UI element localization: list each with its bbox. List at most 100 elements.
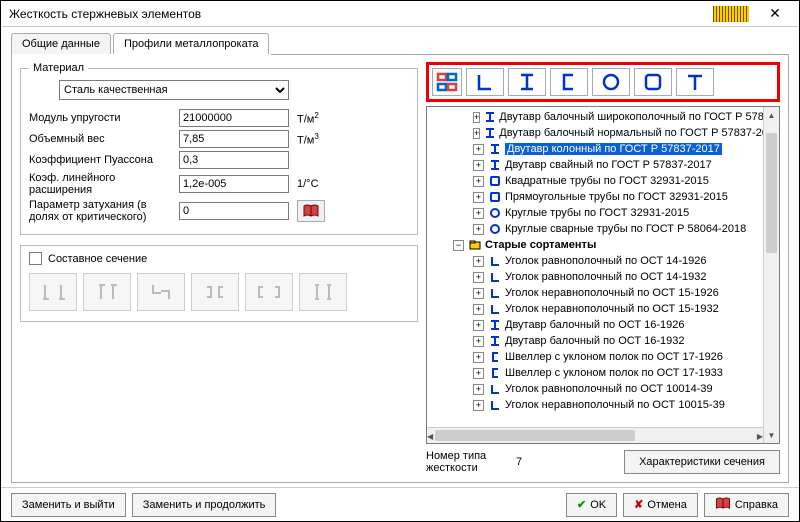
tab-panel: Материал Сталь качественная Модуль упруг…	[11, 54, 789, 483]
shape-circle-button[interactable]	[592, 68, 630, 96]
linexp-input[interactable]	[179, 175, 289, 193]
density-input[interactable]	[179, 130, 289, 148]
compose-btn-2[interactable]	[83, 273, 131, 311]
tabs: Общие данные Профили металлопроката	[11, 33, 789, 54]
tree-item[interactable]: +Двутавр свайный по ГОСТ Р 57837-2017	[427, 157, 763, 173]
tab-divider	[271, 33, 789, 55]
tree-item[interactable]: +Двутавр балочный нормальный по ГОСТ Р 5…	[427, 125, 763, 141]
tree-expand-icon[interactable]: +	[473, 256, 484, 267]
scroll-thumb-h[interactable]	[435, 430, 635, 441]
shape-channel-button[interactable]	[550, 68, 588, 96]
i-beam-icon	[484, 127, 496, 139]
shape-ibeam-button[interactable]	[508, 68, 546, 96]
material-select[interactable]: Сталь качественная	[59, 80, 289, 100]
tree-expand-icon[interactable]: +	[473, 224, 484, 235]
tree-item-label: Старые сортаменты	[485, 239, 596, 251]
tree-item[interactable]: − Старые сортаменты	[427, 237, 763, 253]
tree-item-label: Двутавр балочный широкополочный по ГОСТ …	[499, 111, 763, 123]
tree-item[interactable]: + Двутавр балочный по ОСТ 16-1932	[427, 333, 763, 349]
tree-item[interactable]: +Швеллер с уклоном полок по ОСТ 17-1933	[427, 365, 763, 381]
folder-icon	[468, 239, 482, 251]
tree-expand-icon[interactable]: +	[473, 352, 484, 363]
tree-expand-icon[interactable]: +	[473, 384, 484, 395]
tree-item[interactable]: +Уголок неравнополочный по ОСТ 10015-39	[427, 397, 763, 413]
scroll-up-icon[interactable]: ▲	[764, 107, 779, 123]
tree-scrollbar-vertical[interactable]: ▲ ▼	[763, 107, 779, 443]
shape-filter-row	[426, 62, 780, 102]
tree-item[interactable]: + Уголок равнополочный по ОСТ 10014-39	[427, 381, 763, 397]
section-props-button[interactable]: Характеристики сечения	[624, 450, 780, 474]
scroll-thumb-v[interactable]	[766, 133, 777, 253]
profile-tree[interactable]: + Двутавр балочный широкополочный по ГОСТ…	[426, 106, 780, 444]
compose-btn-3[interactable]	[137, 273, 185, 311]
linexp-label: Коэф. линейного расширения	[29, 172, 179, 196]
shape-all-icon[interactable]	[432, 68, 462, 96]
tree-expand-icon[interactable]: +	[473, 304, 484, 315]
tree-item[interactable]: + Прямоугольные трубы по ГОСТ 32931-2015	[427, 189, 763, 205]
shape-angle-button[interactable]	[466, 68, 504, 96]
help-button[interactable]: Справка	[704, 493, 789, 517]
window-title: Жесткость стержневых элементов	[5, 7, 713, 21]
scroll-down-icon[interactable]: ▼	[764, 427, 779, 443]
tree-expand-icon[interactable]: −	[453, 240, 464, 251]
tree-expand-icon[interactable]: +	[473, 368, 484, 379]
tree-expand-icon[interactable]: +	[473, 288, 484, 299]
tree-item[interactable]: +Уголок равнополочный по ОСТ 14-1926	[427, 253, 763, 269]
tree-expand-icon[interactable]: +	[473, 176, 484, 187]
circle-icon	[488, 223, 502, 235]
tree-expand-icon[interactable]: +	[473, 160, 484, 171]
composite-checkbox[interactable]	[29, 252, 42, 265]
tree-item[interactable]: +Швеллер с уклоном полок по ОСТ 17-1926	[427, 349, 763, 365]
modulus-input[interactable]	[179, 109, 289, 127]
tree-item[interactable]: +Уголок неравнополочный по ОСТ 15-1926	[427, 285, 763, 301]
tree-item[interactable]: +Квадратные трубы по ГОСТ 32931-2015	[427, 173, 763, 189]
tree-item[interactable]: + Круглые сварные трубы по ГОСТ Р 58064-2…	[427, 221, 763, 237]
tree-item[interactable]: +Уголок равнополочный по ОСТ 14-1932	[427, 269, 763, 285]
replace-exit-button[interactable]: Заменить и выйти	[11, 493, 126, 517]
tree-item[interactable]: + Двутавр балочный широкополочный по ГОСТ…	[427, 109, 763, 125]
density-label: Объемный вес	[29, 133, 179, 145]
compose-btn-1[interactable]	[29, 273, 77, 311]
shape-box-button[interactable]	[634, 68, 672, 96]
titlebar: Жесткость стержневых элементов ✕	[1, 1, 799, 27]
tree-item[interactable]: +Круглые трубы по ГОСТ 32931-2015	[427, 205, 763, 221]
i-beam-icon	[484, 111, 496, 123]
channel-icon	[488, 367, 502, 379]
tree-expand-icon[interactable]: +	[473, 208, 484, 219]
tab-profiles[interactable]: Профили металлопроката	[113, 33, 270, 54]
title-logo-icon	[713, 6, 749, 22]
damp-input[interactable]	[179, 202, 289, 220]
tree-expand-icon[interactable]: +	[473, 144, 484, 155]
tree-item[interactable]: + Двутавр колонный по ГОСТ Р 57837-2017	[427, 141, 763, 157]
tree-expand-icon[interactable]: +	[473, 272, 484, 283]
tree-expand-icon[interactable]: +	[473, 320, 484, 331]
compose-btn-6[interactable]	[299, 273, 347, 311]
replace-continue-button[interactable]: Заменить и продолжить	[132, 493, 277, 517]
tree-item-label: Прямоугольные трубы по ГОСТ 32931-2015	[505, 191, 728, 203]
scroll-right-icon[interactable]: ▶	[757, 428, 763, 444]
close-button[interactable]: ✕	[755, 3, 795, 25]
cancel-button[interactable]: ✘Отмена	[623, 493, 698, 517]
tree-item[interactable]: +Двутавр балочный по ОСТ 16-1926	[427, 317, 763, 333]
tree-expand-icon[interactable]: +	[473, 400, 484, 411]
tree-item-label: Двутавр балочный по ОСТ 16-1932	[505, 335, 685, 347]
material-library-button[interactable]	[297, 200, 325, 222]
tab-general[interactable]: Общие данные	[11, 33, 111, 54]
tree-expand-icon[interactable]: +	[473, 112, 480, 123]
tree-expand-icon[interactable]: +	[473, 128, 480, 139]
shape-tee-button[interactable]	[676, 68, 714, 96]
ok-button[interactable]: ✔OK	[566, 493, 617, 517]
compose-btn-5[interactable]	[245, 273, 293, 311]
tree-item[interactable]: +Уголок неравнополочный по ОСТ 15-1932	[427, 301, 763, 317]
linexp-unit: 1/°C	[289, 178, 339, 190]
tree-scrollbar-horizontal[interactable]: ◀ ▶	[427, 427, 763, 443]
tree-item-label: Уголок равнополочный по ОСТ 10014-39	[505, 383, 713, 395]
tree-item-label: Круглые сварные трубы по ГОСТ Р 58064-20…	[505, 223, 746, 235]
tree-expand-icon[interactable]: +	[473, 336, 484, 347]
poisson-input[interactable]	[179, 151, 289, 169]
tree-item-label: Двутавр колонный по ГОСТ Р 57837-2017	[505, 143, 722, 155]
tree-expand-icon[interactable]: +	[473, 192, 484, 203]
compose-btn-4[interactable]	[191, 273, 239, 311]
material-group: Материал Сталь качественная Модуль упруг…	[20, 62, 418, 235]
angle-icon	[488, 287, 502, 299]
